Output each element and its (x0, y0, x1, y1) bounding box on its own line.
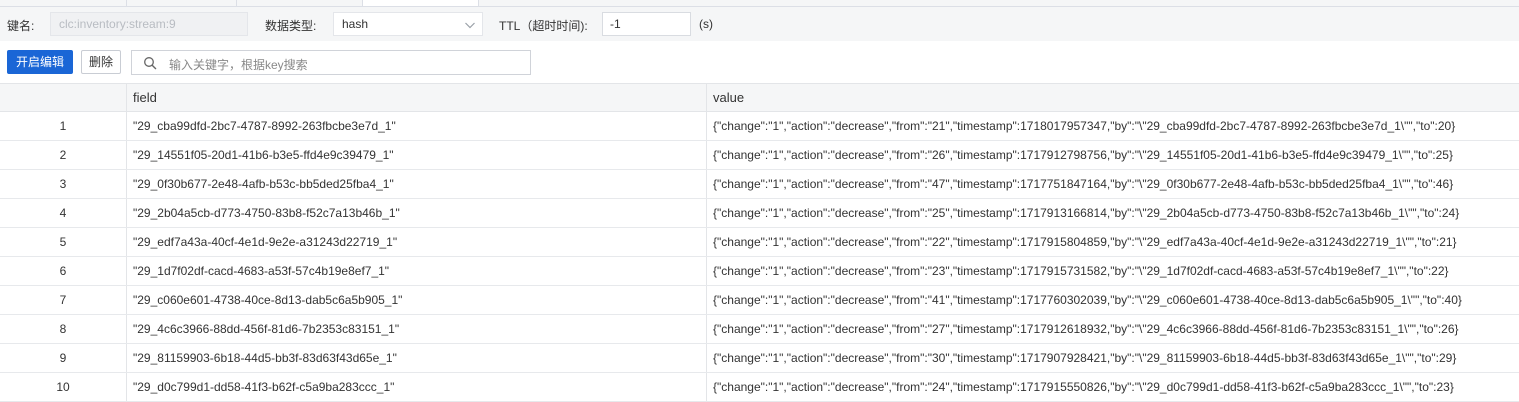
table-row[interactable]: 3 "29_0f30b677-2e48-4afb-b53c-bb5ded25fba… (0, 170, 1519, 199)
tab-active[interactable] (362, 0, 479, 6)
column-divider (126, 373, 127, 401)
tab-divider (126, 0, 127, 6)
table-row[interactable]: 1 "29_cba99dfd-2bc7-4787-8992-263fbcbe3e7… (0, 112, 1519, 141)
column-divider (126, 84, 127, 111)
hash-table: field value 1 "29_cba99dfd-2bc7-4787-8992… (0, 83, 1519, 402)
column-divider (126, 286, 127, 314)
row-index: 2 (59, 148, 67, 162)
row-index: 4 (59, 206, 67, 220)
field-cell[interactable]: "29_c060e601-4738-40ce-8d13-dab5c6a5b905… (133, 286, 402, 314)
field-cell[interactable]: "29_edf7a43a-40cf-4e1d-9e2e-a31243d22719… (133, 228, 397, 256)
ttl-input[interactable]: -1 (602, 12, 691, 36)
tab-strip (0, 0, 1519, 7)
table-header: field value (0, 83, 1519, 112)
key-info-bar: ʼ 键名: clc:inventory:stream:9 数据类型: hash … (0, 7, 1519, 41)
table-body: 1 "29_cba99dfd-2bc7-4787-8992-263fbcbe3e7… (0, 112, 1519, 402)
column-divider (706, 199, 707, 227)
value-cell[interactable]: {"change":"1","action":"decrease","from"… (713, 228, 1457, 256)
column-header-value[interactable]: value (713, 90, 744, 105)
table-row[interactable]: 10 "29_d0c799d1-dd58-41f3-b62f-c5a9ba283c… (0, 373, 1519, 402)
data-type-select[interactable]: hash (333, 12, 483, 36)
field-cell[interactable]: "29_81159903-6b18-44d5-bb3f-83d63f43d65e… (133, 344, 397, 372)
value-cell[interactable]: {"change":"1","action":"decrease","from"… (713, 286, 1462, 314)
row-index: 9 (59, 351, 67, 365)
tab-divider (236, 0, 237, 6)
ttl-unit: (s) (699, 17, 713, 31)
value-cell[interactable]: {"change":"1","action":"decrease","from"… (713, 344, 1456, 372)
enable-edit-button[interactable]: 开启编辑 (7, 50, 73, 74)
column-divider (126, 112, 127, 140)
row-index: 5 (59, 235, 67, 249)
table-row[interactable]: 9 "29_81159903-6b18-44d5-bb3f-83d63f43d65… (0, 344, 1519, 373)
column-divider (706, 257, 707, 285)
row-index: 1 (59, 119, 67, 133)
field-cell[interactable]: "29_2b04a5cb-d773-4750-83b8-f52c7a13b46b… (133, 199, 400, 227)
column-divider (126, 228, 127, 256)
column-divider (706, 228, 707, 256)
column-divider (706, 373, 707, 401)
column-divider (706, 286, 707, 314)
column-divider (706, 170, 707, 198)
row-index: 10 (56, 380, 70, 394)
ttl-label: TTL（超时时间): (499, 19, 588, 33)
value-cell[interactable]: {"change":"1","action":"decrease","from"… (713, 141, 1453, 169)
column-divider (126, 170, 127, 198)
row-index: 7 (59, 293, 67, 307)
field-cell[interactable]: "29_4c6c3966-88dd-456f-81d6-7b2353c83151… (133, 315, 399, 343)
search-icon (144, 57, 157, 70)
table-row[interactable]: 7 "29_c060e601-4738-40ce-8d13-dab5c6a5b90… (0, 286, 1519, 315)
value-cell[interactable]: {"change":"1","action":"decrease","from"… (713, 315, 1459, 343)
field-cell[interactable]: "29_1d7f02df-cacd-4683-a53f-57c4b19e8ef7… (133, 257, 389, 285)
row-index: 6 (59, 264, 67, 278)
value-cell[interactable]: {"change":"1","action":"decrease","from"… (713, 257, 1449, 285)
column-divider (126, 344, 127, 372)
data-type-value: hash (342, 17, 369, 31)
value-cell[interactable]: {"change":"1","action":"decrease","from"… (713, 112, 1455, 140)
table-row[interactable]: 6 "29_1d7f02df-cacd-4683-a53f-57c4b19e8ef… (0, 257, 1519, 286)
column-header-field[interactable]: field (133, 90, 157, 105)
key-name-field: clc:inventory:stream:9 (50, 12, 248, 36)
table-row[interactable]: 8 "29_4c6c3966-88dd-456f-81d6-7b2353c8315… (0, 315, 1519, 344)
key-name-label: 键名: (7, 19, 35, 33)
delete-button[interactable]: 删除 (81, 50, 121, 74)
column-divider (706, 112, 707, 140)
column-divider (126, 141, 127, 169)
search-input[interactable]: 输入关键字，根据key搜索 (131, 50, 531, 75)
value-cell[interactable]: {"change":"1","action":"decrease","from"… (713, 170, 1453, 198)
table-row[interactable]: 5 "29_edf7a43a-40cf-4e1d-9e2e-a31243d2271… (0, 228, 1519, 257)
field-cell[interactable]: "29_14551f05-20d1-41b6-b3e5-ffd4e9c39479… (133, 141, 394, 169)
column-divider (126, 199, 127, 227)
value-cell[interactable]: {"change":"1","action":"decrease","from"… (713, 373, 1454, 401)
column-divider (126, 315, 127, 343)
data-type-label: 数据类型: (265, 19, 317, 33)
table-row[interactable]: 2 "29_14551f05-20d1-41b6-b3e5-ffd4e9c3947… (0, 141, 1519, 170)
value-cell[interactable]: {"change":"1","action":"decrease","from"… (713, 199, 1459, 227)
field-cell[interactable]: "29_d0c799d1-dd58-41f3-b62f-c5a9ba283ccc… (133, 373, 394, 401)
column-divider (706, 84, 707, 111)
column-divider (126, 257, 127, 285)
column-divider (706, 344, 707, 372)
field-cell[interactable]: "29_cba99dfd-2bc7-4787-8992-263fbcbe3e7d… (133, 112, 396, 140)
row-index: 3 (59, 177, 67, 191)
row-index: 8 (59, 322, 67, 336)
column-divider (706, 315, 707, 343)
table-row[interactable]: 4 "29_2b04a5cb-d773-4750-83b8-f52c7a13b46… (0, 199, 1519, 228)
field-cell[interactable]: "29_0f30b677-2e48-4afb-b53c-bb5ded25fba4… (133, 170, 394, 198)
search-placeholder: 输入关键字，根据key搜索 (169, 58, 308, 72)
chevron-down-icon (465, 22, 475, 29)
column-divider (706, 141, 707, 169)
